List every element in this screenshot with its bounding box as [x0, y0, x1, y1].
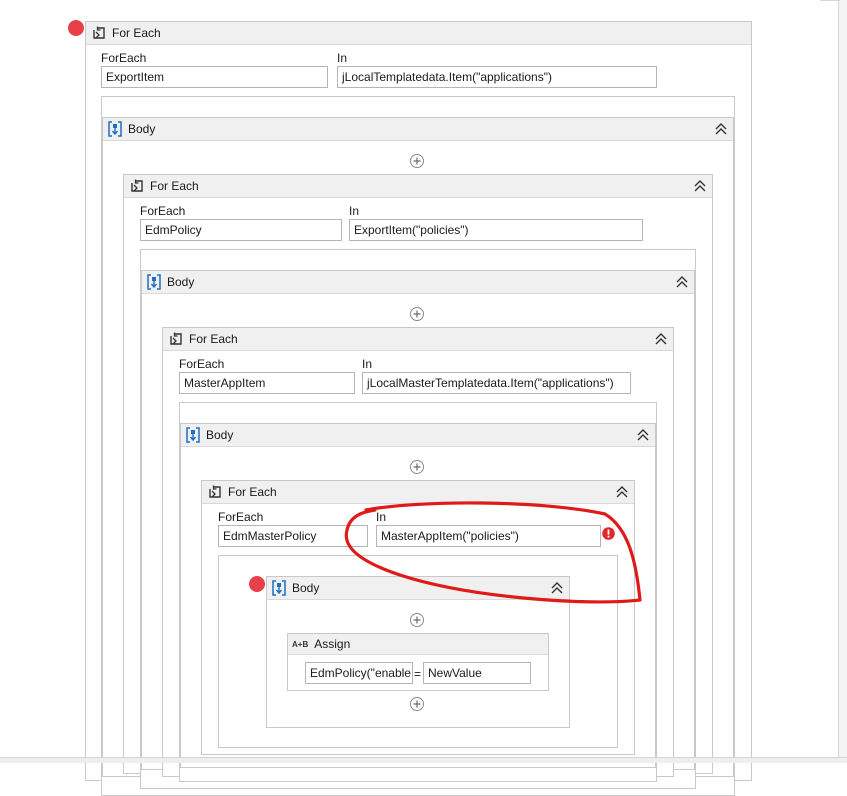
add-activity-icon[interactable]	[409, 696, 425, 712]
body-4-title: Body	[292, 581, 320, 595]
breakpoint-icon[interactable]	[68, 20, 84, 36]
foreach-3-header[interactable]: For Each	[163, 328, 673, 351]
foreach-icon	[130, 179, 144, 193]
foreach-icon	[169, 332, 183, 346]
sequence-body-icon	[108, 121, 122, 137]
foreach-1-in-field[interactable]: jLocalTemplatedata.Item("applications")	[337, 66, 657, 88]
add-activity-icon[interactable]	[409, 459, 425, 475]
sequence-body-icon	[186, 427, 200, 443]
foreach-4-title: For Each	[228, 485, 277, 499]
collapse-chevrons-icon[interactable]	[714, 122, 728, 136]
body-3-header[interactable]: Body	[181, 424, 655, 447]
foreach-3-title: For Each	[189, 332, 238, 346]
assign-icon: A+B	[292, 639, 309, 649]
collapse-chevrons-icon[interactable]	[636, 428, 650, 442]
foreach-1-in-label: In	[337, 51, 348, 65]
foreach-1-title: For Each	[112, 26, 161, 40]
foreach-icon	[92, 26, 106, 40]
assign-value-field[interactable]: NewValue	[423, 662, 531, 684]
foreach-2-in-label: In	[349, 204, 360, 218]
body-2-title: Body	[167, 275, 195, 289]
assign-to-field[interactable]: EdmPolicy("enable	[305, 662, 413, 684]
add-activity-icon[interactable]	[409, 306, 425, 322]
body-2-header[interactable]: Body	[142, 271, 694, 294]
body-3-title: Body	[206, 428, 234, 442]
sequence-body-icon	[147, 274, 161, 290]
foreach-3-item-field[interactable]: MasterAppItem	[179, 372, 355, 394]
foreach-2-item-field[interactable]: EdmPolicy	[140, 219, 342, 241]
designer-right-edge	[838, 0, 847, 763]
horizontal-scrollbar[interactable]	[0, 757, 847, 763]
foreach-2-title: For Each	[150, 179, 199, 193]
top-right-line	[820, 0, 840, 1]
body-1-title: Body	[128, 122, 156, 136]
assign-header[interactable]: A+B Assign	[288, 634, 548, 655]
collapse-chevrons-icon[interactable]	[675, 275, 689, 289]
foreach-2-header[interactable]: For Each	[124, 175, 712, 198]
collapse-chevrons-icon[interactable]	[693, 179, 707, 193]
foreach-4-foreach-label: ForEach	[218, 510, 264, 524]
assign-title: Assign	[314, 637, 351, 651]
foreach-2-in-field[interactable]: ExportItem("policies")	[349, 219, 643, 241]
foreach-1-header[interactable]: For Each	[86, 22, 751, 45]
sequence-body-icon	[272, 580, 286, 596]
add-activity-icon[interactable]	[409, 153, 425, 169]
foreach-2-foreach-label: ForEach	[140, 204, 186, 218]
foreach-icon	[208, 485, 222, 499]
breakpoint-icon[interactable]	[249, 576, 265, 592]
foreach-3-foreach-label: ForEach	[179, 357, 225, 371]
foreach-1-item-field[interactable]: ExportItem	[101, 66, 328, 88]
collapse-chevrons-icon[interactable]	[654, 332, 668, 346]
add-activity-icon[interactable]	[409, 612, 425, 628]
foreach-3-in-label: In	[362, 357, 373, 371]
foreach-1-foreach-label: ForEach	[101, 51, 147, 65]
foreach-3-in-field[interactable]: jLocalMasterTemplatedata.Item("applicati…	[362, 372, 631, 394]
red-annotation-circle	[344, 501, 642, 604]
assign-operator: =	[414, 667, 422, 681]
body-1-header[interactable]: Body	[103, 118, 733, 141]
